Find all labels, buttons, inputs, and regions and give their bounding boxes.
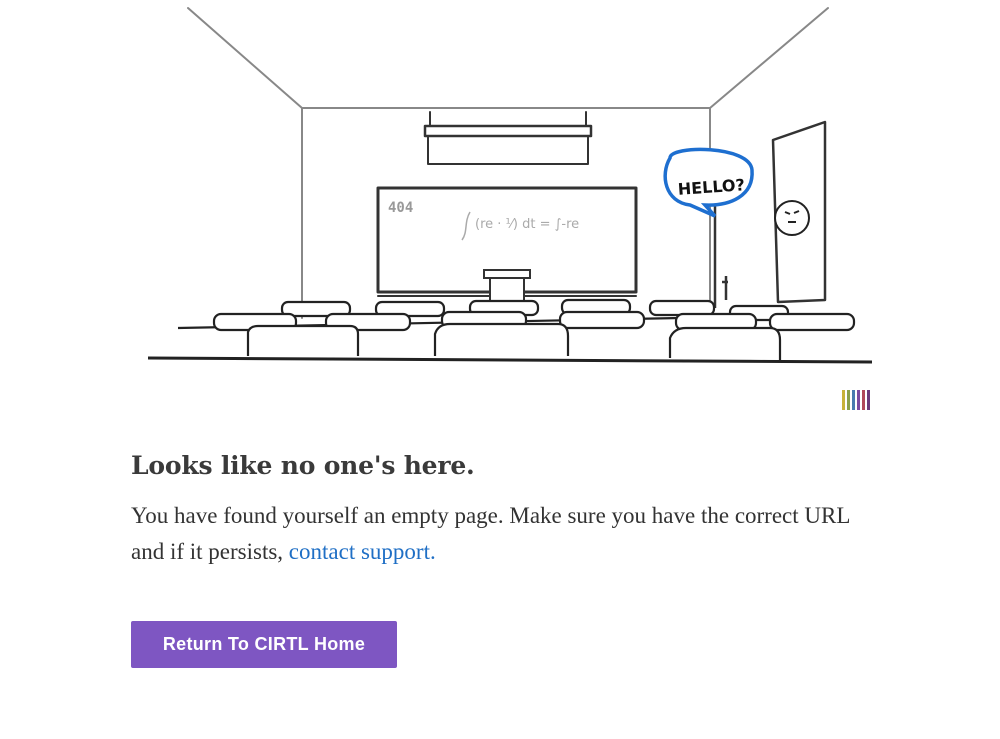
return-home-button[interactable]: Return To CIRTL Home — [131, 621, 397, 668]
empty-classroom-illustration: (re · ⅟) dt = ∫-re 404 HELLO? — [130, 0, 880, 420]
cirtl-color-logo — [842, 390, 870, 410]
page-title: Looks like no one's here. — [131, 451, 475, 480]
classroom-drawing: (re · ⅟) dt = ∫-re 404 HELLO? — [147, 7, 873, 410]
svg-text:(re · ⅟) dt = ∫-re: (re · ⅟) dt = ∫-re — [475, 217, 579, 232]
not-found-page: (re · ⅟) dt = ∫-re 404 HELLO? Looks like… — [0, 0, 1000, 739]
contact-support-link[interactable]: contact support. — [289, 539, 436, 564]
error-description-text: You have found yourself an empty page. M… — [131, 503, 850, 564]
error-description: You have found yourself an empty page. M… — [131, 498, 851, 570]
not-found-message: Looks like no one's here. You have found… — [131, 448, 871, 570]
board-404-label: 404 — [388, 200, 413, 216]
